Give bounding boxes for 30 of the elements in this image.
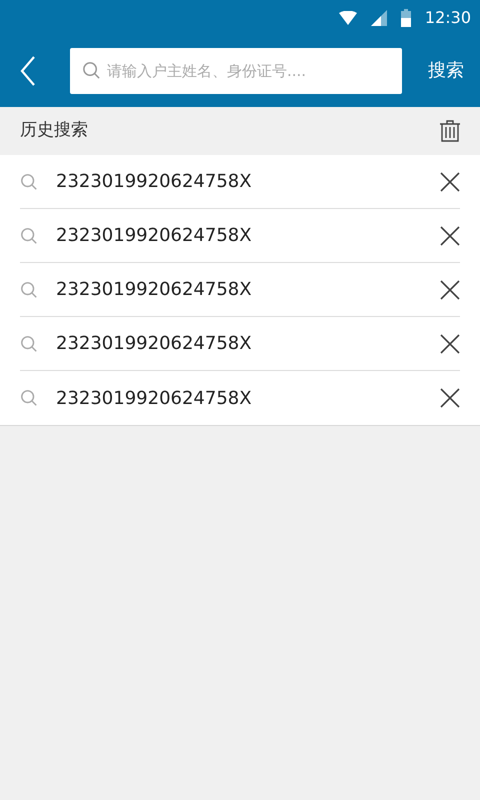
- history-item[interactable]: 2323019920624758X: [56, 330, 252, 357]
- close-icon: [440, 280, 460, 300]
- close-icon: [440, 172, 460, 192]
- history-item[interactable]: 2323019920624758X: [56, 168, 252, 195]
- battery-icon: [400, 9, 411, 27]
- close-icon: [440, 226, 460, 246]
- history-item[interactable]: 2323019920624758X: [56, 384, 252, 412]
- remove-button[interactable]: [440, 172, 460, 192]
- search-icon: [20, 172, 38, 190]
- search-icon: [20, 280, 38, 298]
- history-item[interactable]: 2323019920624758X: [56, 276, 252, 303]
- wifi-icon: [338, 11, 357, 25]
- trash-icon[interactable]: [440, 120, 460, 142]
- history-item[interactable]: 2323019920624758X: [56, 222, 252, 249]
- search-button[interactable]: 搜索: [428, 57, 464, 84]
- remove-button[interactable]: [440, 280, 460, 300]
- search-field[interactable]: 请输入户主姓名、身份证号....: [70, 48, 402, 94]
- close-icon: [440, 388, 460, 408]
- signal-icon: [370, 10, 387, 26]
- remove-button[interactable]: [440, 226, 460, 246]
- history-title: 历史搜索: [20, 119, 88, 142]
- search-icon: [82, 60, 101, 80]
- search-icon: [20, 334, 38, 352]
- remove-button[interactable]: [440, 334, 460, 354]
- remove-button[interactable]: [440, 388, 460, 408]
- search-icon: [20, 389, 38, 407]
- search-icon: [20, 226, 38, 244]
- back-icon: [20, 54, 36, 86]
- status-time: 12:30: [424, 7, 471, 29]
- close-icon: [440, 334, 460, 354]
